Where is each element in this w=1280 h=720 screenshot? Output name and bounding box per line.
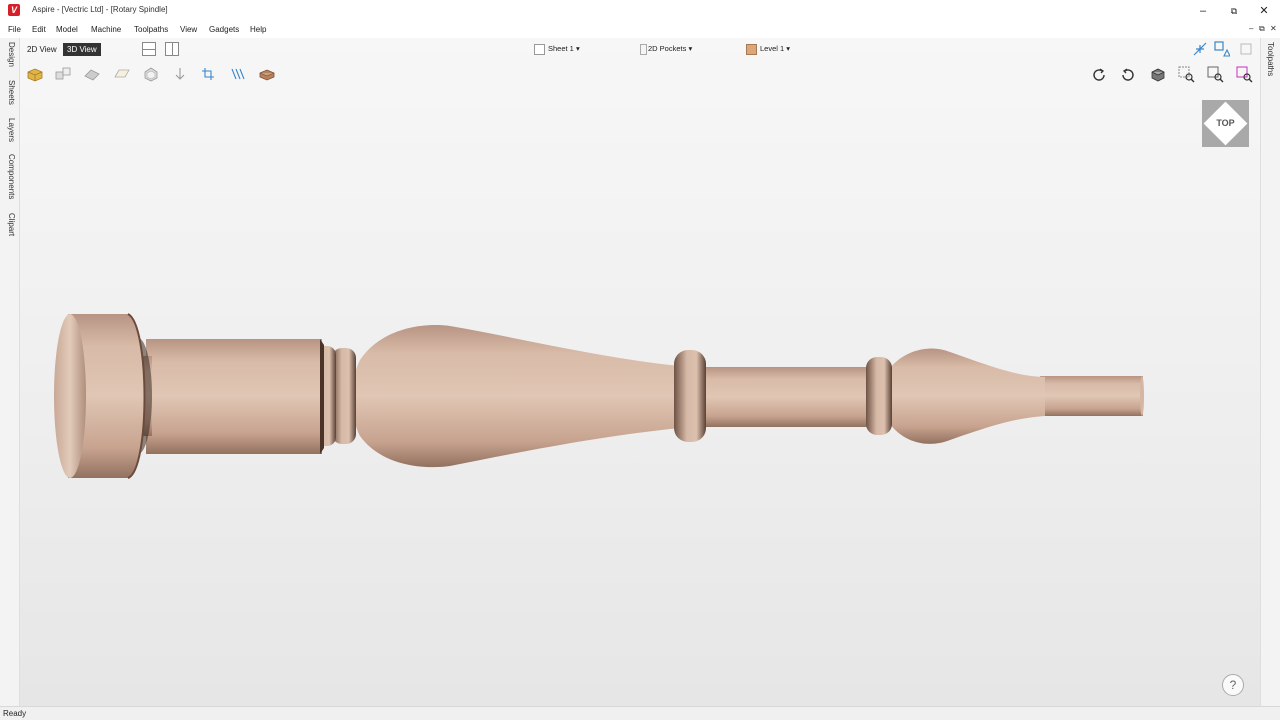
window-title: Aspire - [Vectric Ltd] - [Rotary Spindle… xyxy=(32,5,168,14)
tab-clipart[interactable]: Clipart xyxy=(7,213,16,236)
menu-help[interactable]: Help xyxy=(250,25,266,34)
minimize-button[interactable]: – xyxy=(1188,3,1218,19)
tab-design[interactable]: Design xyxy=(7,42,16,67)
spindle-tail-pin xyxy=(1040,376,1143,416)
menu-machine[interactable]: Machine xyxy=(91,25,121,34)
close-button[interactable]: ✕ xyxy=(1249,3,1279,19)
mdi-close-button[interactable]: ✕ xyxy=(1270,24,1277,33)
menu-gadgets[interactable]: Gadgets xyxy=(209,25,239,34)
spindle-model xyxy=(54,313,1144,479)
tab-sheets[interactable]: Sheets xyxy=(7,80,16,105)
menu-bar: File Edit Model Machine Toolpaths View G… xyxy=(0,22,1280,38)
title-bar: V Aspire - [Vectric Ltd] - [Rotary Spind… xyxy=(0,0,1280,21)
spindle-bead-right xyxy=(866,357,892,435)
spindle-tail-end xyxy=(1140,376,1144,416)
right-panel-tabs: Toolpaths xyxy=(1260,38,1280,706)
spindle-disc-face xyxy=(54,314,86,478)
status-bar: Ready xyxy=(0,706,1280,720)
tab-layers[interactable]: Layers xyxy=(7,118,16,142)
menu-model[interactable]: Model xyxy=(56,25,78,34)
menu-file[interactable]: File xyxy=(8,25,21,34)
mdi-minimize-button[interactable]: – xyxy=(1249,24,1253,33)
spindle-baluster xyxy=(352,325,680,468)
menu-view[interactable]: View xyxy=(180,25,197,34)
menu-toolpaths[interactable]: Toolpaths xyxy=(134,25,168,34)
tab-toolpaths[interactable]: Toolpaths xyxy=(1266,42,1275,76)
spindle-cylinder-edge xyxy=(320,339,324,454)
maximize-button[interactable]: ⧉ xyxy=(1219,3,1249,19)
app-logo-icon: V xyxy=(8,4,20,16)
spindle-small-vase xyxy=(890,348,1045,444)
status-text: Ready xyxy=(3,709,27,718)
mdi-restore-button[interactable]: ⧉ xyxy=(1259,24,1265,34)
tab-components[interactable]: Components xyxy=(7,154,16,199)
menu-edit[interactable]: Edit xyxy=(32,25,46,34)
spindle-bead-middle xyxy=(674,350,706,442)
left-panel-tabs: Design Sheets Layers Components Clipart xyxy=(0,38,20,706)
spindle-shaft xyxy=(700,367,880,427)
spindle-cylinder xyxy=(146,339,322,454)
